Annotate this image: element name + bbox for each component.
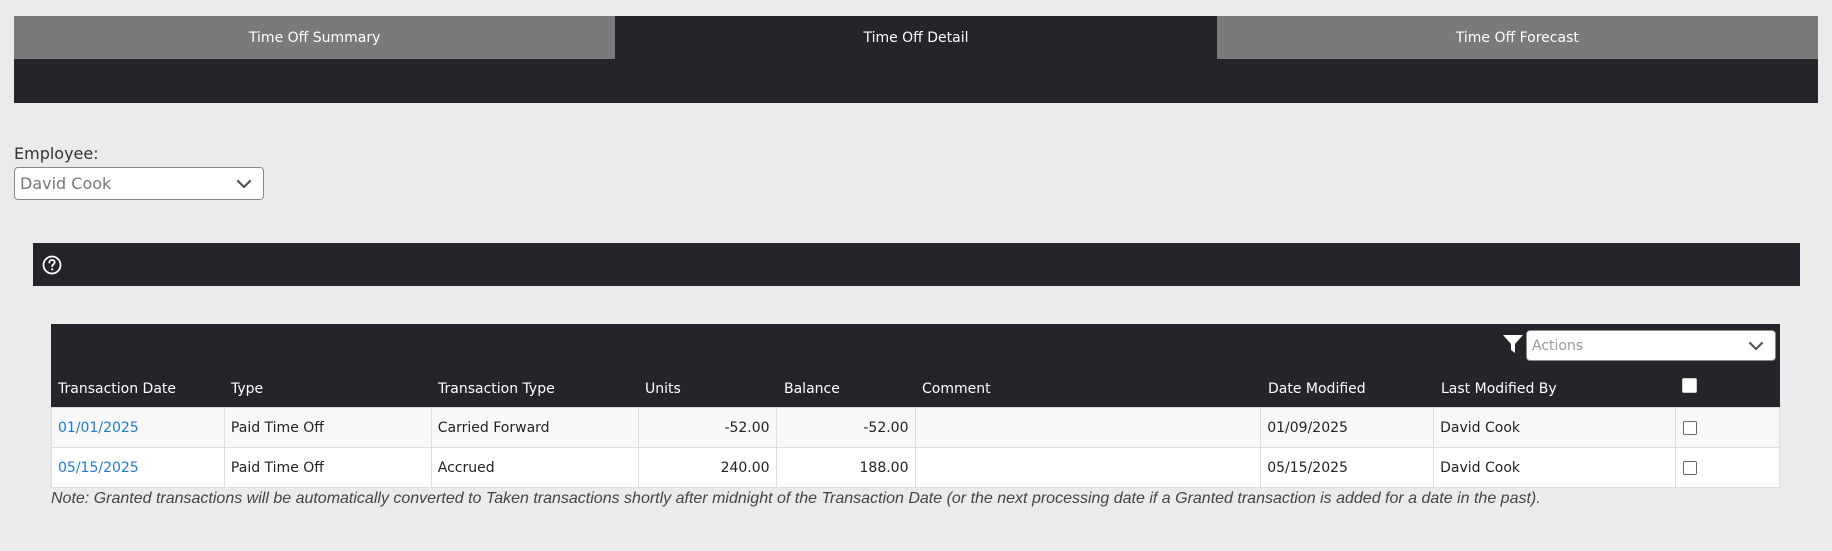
transaction-date-link[interactable]: 01/01/2025	[58, 420, 139, 436]
column-header-date-modified[interactable]: Date Modified	[1268, 381, 1366, 397]
table-row: 01/01/2025 Paid Time Off Carried Forward…	[51, 407, 1781, 448]
cell-comment	[914, 447, 1262, 488]
actions-select[interactable]: Actions	[1526, 330, 1776, 361]
cell-type: Paid Time Off	[223, 407, 432, 448]
cell-select	[1674, 447, 1781, 488]
filter-icon[interactable]	[1501, 332, 1525, 356]
table-row: 05/15/2025 Paid Time Off Accrued 240.00 …	[51, 447, 1781, 488]
help-circle-icon[interactable]	[42, 255, 62, 275]
cell-modified-by: David Cook	[1433, 447, 1676, 488]
cell-units: 240.00	[637, 447, 777, 488]
cell-comment	[914, 407, 1262, 448]
cell-balance: 188.00	[775, 447, 916, 488]
select-all-checkbox[interactable]	[1682, 378, 1697, 393]
cell-transaction-type: Accrued	[430, 447, 639, 488]
transactions-table: 01/01/2025 Paid Time Off Carried Forward…	[51, 407, 1781, 488]
cell-transaction-type: Carried Forward	[430, 407, 639, 448]
column-header-transaction-type[interactable]: Transaction Type	[438, 381, 555, 397]
column-header-transaction-date[interactable]: Transaction Date	[58, 381, 176, 397]
tab-time-off-summary[interactable]: Time Off Summary	[14, 16, 616, 59]
column-header-units[interactable]: Units	[645, 381, 681, 397]
cell-date-modified: 05/15/2025	[1260, 447, 1435, 488]
cell-date-modified: 01/09/2025	[1260, 407, 1435, 448]
help-bar	[33, 243, 1800, 286]
employee-select-value: David Cook	[20, 174, 112, 193]
tab-time-off-forecast[interactable]: Time Off Forecast	[1216, 16, 1818, 59]
chevron-down-icon	[1748, 341, 1764, 351]
chevron-down-icon	[236, 179, 252, 189]
cell-select	[1674, 407, 1781, 448]
transactions-grid: Actions Transaction Date Type Transactio…	[51, 324, 1781, 488]
grid-header: Actions Transaction Date Type Transactio…	[51, 324, 1780, 407]
column-header-comment[interactable]: Comment	[922, 381, 991, 397]
transaction-date-link[interactable]: 05/15/2025	[58, 460, 139, 476]
grid-note: Note: Granted transactions will be autom…	[51, 490, 1541, 507]
column-header-last-modified-by[interactable]: Last Modified By	[1441, 381, 1557, 397]
tab-bar: Time Off Summary Time Off Detail Time Of…	[14, 16, 1818, 59]
cell-type: Paid Time Off	[223, 447, 432, 488]
cell-modified-by: David Cook	[1433, 407, 1676, 448]
tab-panel: Time Off Summary Time Off Detail Time Of…	[14, 16, 1818, 103]
cell-units: -52.00	[637, 407, 777, 448]
column-header-balance[interactable]: Balance	[784, 381, 840, 397]
employee-select[interactable]: David Cook	[14, 167, 264, 200]
tab-time-off-detail[interactable]: Time Off Detail	[615, 16, 1217, 59]
cell-balance: -52.00	[775, 407, 916, 448]
employee-label: Employee:	[14, 144, 99, 163]
row-checkbox[interactable]	[1682, 420, 1697, 435]
row-checkbox[interactable]	[1682, 460, 1697, 475]
column-header-type[interactable]: Type	[231, 381, 263, 397]
actions-placeholder: Actions	[1532, 337, 1584, 354]
